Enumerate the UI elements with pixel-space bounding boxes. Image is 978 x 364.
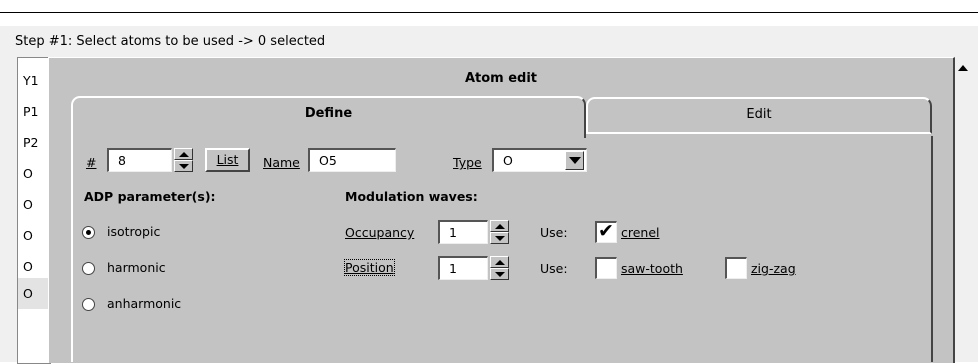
- tab-edit-label: Edit: [746, 107, 772, 122]
- type-value: O: [503, 153, 513, 168]
- list-item[interactable]: O: [23, 259, 33, 274]
- scroll-up-icon[interactable]: [958, 65, 968, 71]
- crenel-label[interactable]: crenel: [621, 225, 660, 240]
- occupancy-label: Occupancy: [345, 225, 415, 240]
- list-item[interactable]: O: [23, 228, 33, 243]
- isotropic-label[interactable]: isotropic: [107, 224, 160, 239]
- anharmonic-radio[interactable]: [82, 298, 95, 311]
- modulation-heading: Modulation waves:: [345, 189, 478, 204]
- position-use-label: Use:: [540, 261, 568, 276]
- top-divider: [0, 12, 978, 13]
- occupancy-field[interactable]: 1: [438, 220, 488, 244]
- number-stepper[interactable]: [174, 148, 193, 172]
- adp-heading: ADP parameter(s):: [84, 189, 216, 204]
- harmonic-label[interactable]: harmonic: [107, 260, 166, 275]
- zig-zag-label[interactable]: zig-zag: [751, 261, 796, 276]
- stepper-down-icon[interactable]: [174, 160, 193, 172]
- list-item[interactable]: P1: [23, 104, 39, 119]
- saw-tooth-checkbox[interactable]: [595, 257, 617, 279]
- stepper-up-icon[interactable]: [174, 148, 193, 160]
- type-select[interactable]: O: [492, 148, 587, 172]
- position-label: Position: [344, 259, 395, 276]
- crenel-checkbox[interactable]: ✔: [595, 220, 617, 243]
- list-button[interactable]: List: [205, 148, 250, 172]
- tab-define-label: Define: [304, 106, 353, 121]
- dialog-title: Atom edit: [464, 71, 538, 86]
- list-item[interactable]: P2: [23, 135, 39, 150]
- tab-define[interactable]: Define: [71, 96, 586, 138]
- list-item[interactable]: O: [23, 166, 33, 181]
- harmonic-radio[interactable]: [82, 262, 95, 275]
- position-field[interactable]: 1: [438, 256, 488, 280]
- stepper-down-icon[interactable]: [490, 268, 509, 280]
- name-label: Name: [263, 155, 300, 170]
- type-label: Type: [453, 155, 482, 170]
- occupancy-stepper[interactable]: [490, 220, 509, 244]
- list-item[interactable]: Y1: [23, 73, 39, 88]
- atom-list[interactable]: Y1 P1 P2 O O O O O: [17, 57, 51, 364]
- position-stepper[interactable]: [490, 256, 509, 280]
- checkmark-icon: ✔: [598, 220, 614, 242]
- name-field[interactable]: O5: [308, 148, 396, 172]
- chevron-down-icon[interactable]: [565, 151, 584, 170]
- zig-zag-checkbox[interactable]: [725, 257, 747, 279]
- occupancy-use-label: Use:: [540, 225, 568, 240]
- saw-tooth-label[interactable]: saw-tooth: [621, 261, 683, 276]
- isotropic-radio[interactable]: [82, 226, 95, 239]
- number-label: #: [86, 155, 97, 170]
- step-label: Step #1: Select atoms to be used -> 0 se…: [15, 34, 326, 49]
- list-item[interactable]: O: [18, 278, 50, 309]
- anharmonic-label[interactable]: anharmonic: [107, 296, 181, 311]
- stepper-down-icon[interactable]: [490, 232, 509, 244]
- stepper-up-icon[interactable]: [490, 256, 509, 268]
- number-field[interactable]: 8: [107, 148, 172, 172]
- list-item[interactable]: O: [23, 197, 33, 212]
- stepper-up-icon[interactable]: [490, 220, 509, 232]
- tab-edit[interactable]: Edit: [586, 97, 932, 134]
